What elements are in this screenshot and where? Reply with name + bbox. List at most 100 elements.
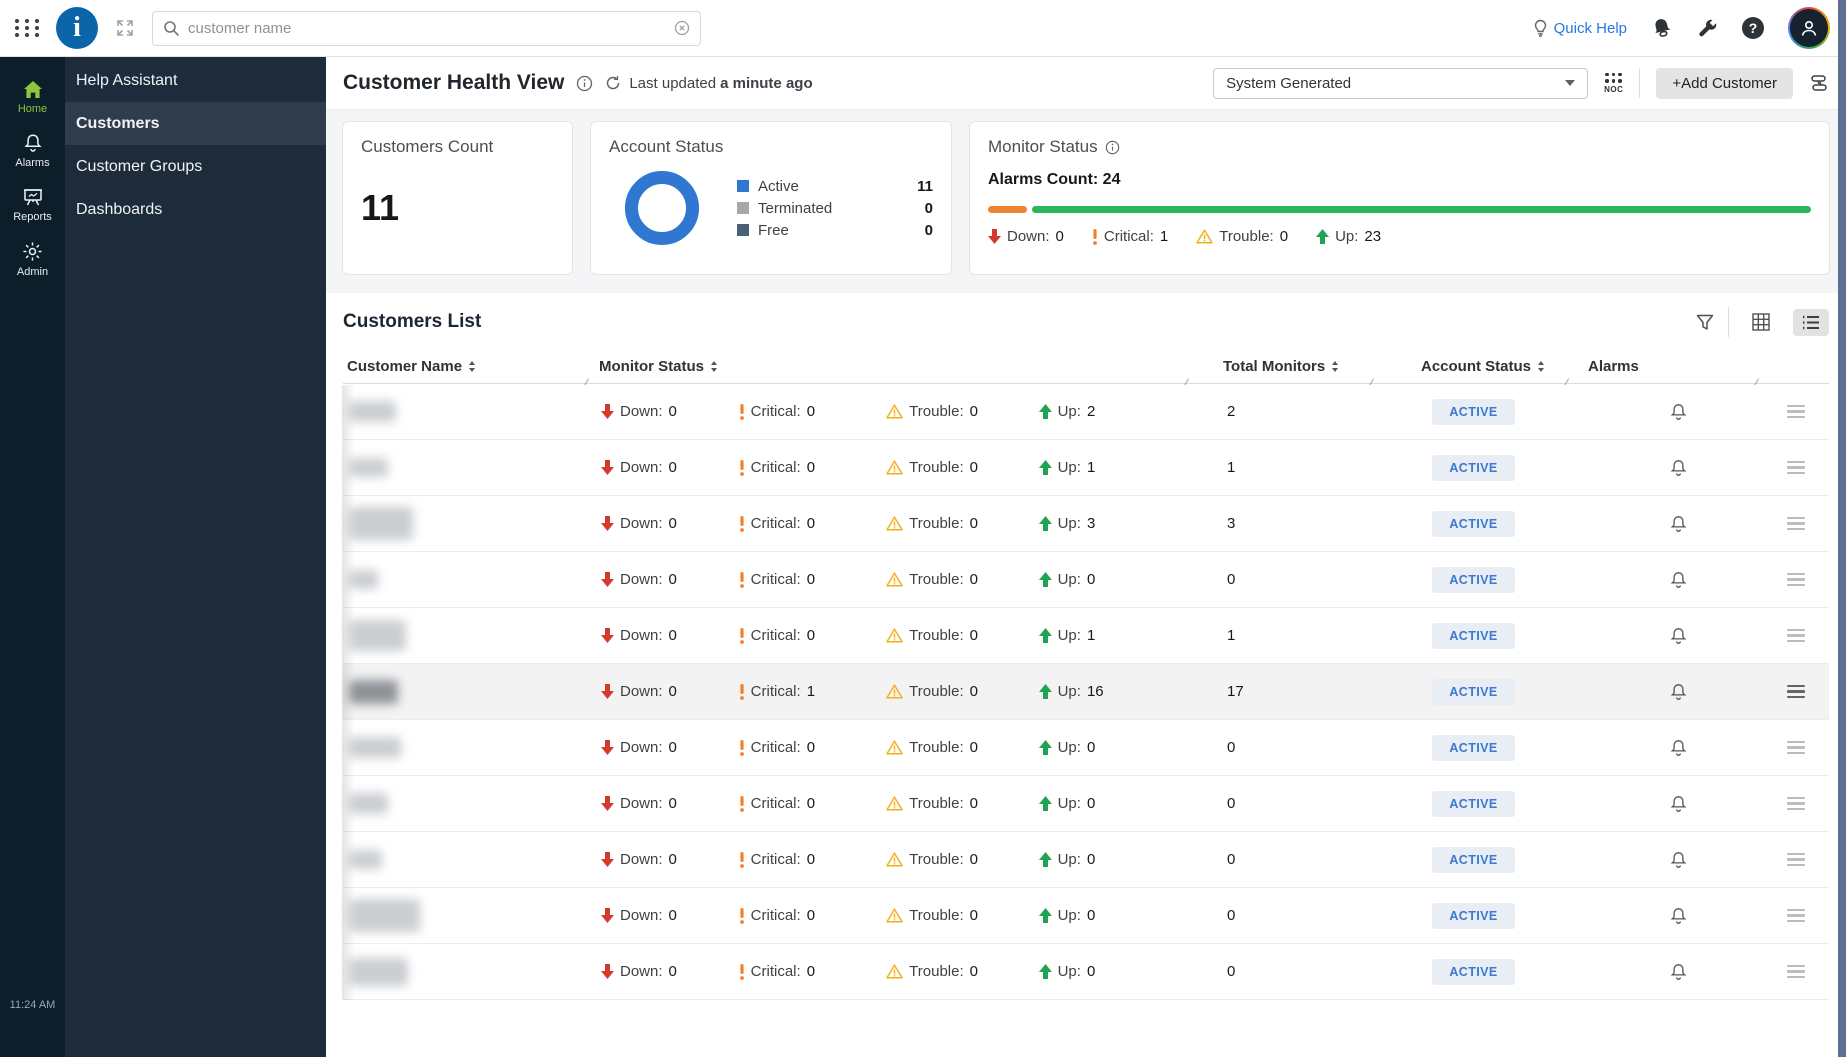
customer-name-cell[interactable] (343, 458, 591, 477)
rail-item-reports[interactable]: Reports (0, 178, 65, 232)
refresh-icon[interactable] (605, 75, 621, 91)
bell-outline-icon[interactable] (1670, 963, 1687, 981)
clear-search-icon[interactable] (674, 20, 690, 36)
search-icon (163, 20, 180, 37)
stat-up: Up: 0 (1038, 739, 1191, 756)
column-header-account-status[interactable]: Account Status ∕∕ (1376, 349, 1571, 388)
bell-outline-icon[interactable] (1670, 907, 1687, 925)
column-resize-handle[interactable]: ∕∕ (1186, 377, 1188, 387)
customers-count-value: 11 (361, 187, 400, 228)
total-monitors-cell: 0 (1227, 907, 1236, 924)
help-icon[interactable]: ? (1742, 17, 1764, 39)
row-menu-icon[interactable] (1786, 796, 1805, 811)
column-header-total-monitors[interactable]: Total Monitors ∕∕ (1191, 349, 1376, 388)
customer-name-cell[interactable] (343, 793, 591, 814)
table-row[interactable]: Down: 0 Critical: 0 Trouble: 0 Up: 2 2 ACTIV… (343, 384, 1829, 440)
row-menu-icon[interactable] (1786, 516, 1805, 531)
bell-outline-icon[interactable] (1670, 627, 1687, 645)
table-body: Down: 0 Critical: 0 Trouble: 0 Up: 2 2 ACTIV… (343, 384, 1829, 1000)
info-icon[interactable] (1105, 140, 1120, 155)
grid-view-button[interactable] (1743, 309, 1779, 336)
alarms-cell (1571, 907, 1761, 925)
notification-bell-icon[interactable] (1651, 17, 1673, 39)
bell-outline-icon[interactable] (1670, 795, 1687, 813)
rail-item-admin[interactable]: Admin (0, 232, 65, 287)
home-icon (23, 80, 43, 99)
bell-outline-icon[interactable] (1670, 851, 1687, 869)
topology-icon[interactable] (1809, 73, 1829, 93)
search-input[interactable] (188, 19, 666, 37)
bulb-icon (1533, 19, 1548, 37)
customer-name-cell[interactable] (343, 899, 591, 932)
bell-outline-icon[interactable] (1670, 515, 1687, 533)
row-menu-icon[interactable] (1786, 964, 1805, 979)
table-row[interactable]: Down: 0 Critical: 0 Trouble: 0 Up: 0 0 ACTIV… (343, 776, 1829, 832)
table-row[interactable]: Down: 0 Critical: 0 Trouble: 0 Up: 0 0 ACTIV… (343, 832, 1829, 888)
customer-name-cell[interactable] (343, 507, 591, 540)
row-menu-icon[interactable] (1786, 908, 1805, 923)
sidebar-item-customer-groups[interactable]: Customer Groups (65, 145, 326, 188)
row-menu-icon[interactable] (1786, 740, 1805, 755)
column-resize-handle[interactable]: ∕∕ (1371, 377, 1373, 387)
column-header-monitor-status[interactable]: Monitor Status ∕∕ (591, 349, 1191, 388)
table-row[interactable]: Down: 0 Critical: 1 Trouble: 0 Up: 16 17 ACT… (343, 664, 1829, 720)
bell-outline-icon[interactable] (1670, 683, 1687, 701)
sidebar-item-customers[interactable]: Customers (65, 102, 326, 145)
column-header-customer-name[interactable]: Customer Name ∕∕ (343, 349, 591, 388)
alarms-cell (1571, 795, 1761, 813)
customer-name-cell[interactable] (343, 850, 591, 869)
account-status-cell: ACTIVE (1376, 790, 1571, 817)
view-dropdown[interactable]: System Generated (1213, 67, 1589, 99)
add-customer-button[interactable]: +Add Customer (1656, 67, 1793, 99)
app-grid-icon[interactable] (14, 15, 40, 41)
customer-name-cell[interactable] (343, 570, 591, 589)
table-row[interactable]: Down: 0 Critical: 0 Trouble: 0 Up: 0 0 ACTIV… (343, 944, 1829, 1000)
row-menu-icon[interactable] (1786, 404, 1805, 419)
table-row[interactable]: Down: 0 Critical: 0 Trouble: 0 Up: 3 3 ACTIV… (343, 496, 1829, 552)
customer-name-cell[interactable] (343, 957, 591, 986)
noc-view-button[interactable]: NOC (1604, 72, 1623, 94)
quick-help-button[interactable]: Quick Help (1533, 19, 1627, 37)
rail-item-alarms[interactable]: Alarms (0, 124, 65, 178)
bell-outline-icon[interactable] (1670, 571, 1687, 589)
customers-table: Customer Name ∕∕ Monitor Status ∕∕ Total M… (342, 349, 1829, 1000)
status-badge: ACTIVE (1432, 902, 1515, 929)
fullscreen-icon[interactable] (116, 19, 134, 37)
filter-funnel-icon[interactable] (1696, 314, 1714, 331)
row-menu-icon[interactable] (1786, 460, 1805, 475)
stat-down: Down: 0 (601, 627, 739, 644)
column-resize-handle[interactable]: ∕∕ (1566, 377, 1568, 387)
noc-icon (1605, 72, 1622, 83)
alarms-cell (1571, 403, 1761, 421)
rail-item-home[interactable]: Home (0, 71, 65, 124)
table-row[interactable]: Down: 0 Critical: 0 Trouble: 0 Up: 0 0 ACTIV… (343, 888, 1829, 944)
avatar[interactable] (1788, 7, 1830, 49)
customer-name-cell[interactable] (343, 679, 591, 704)
customer-name-cell[interactable] (343, 401, 591, 422)
info-icon[interactable] (576, 75, 593, 92)
sidebar-item-help-assistant[interactable]: Help Assistant (65, 59, 326, 102)
table-row[interactable]: Down: 0 Critical: 0 Trouble: 0 Up: 1 1 ACTIV… (343, 608, 1829, 664)
column-resize-handle[interactable]: ∕∕ (1756, 377, 1758, 387)
table-row[interactable]: Down: 0 Critical: 0 Trouble: 0 Up: 1 1 ACTIV… (343, 440, 1829, 496)
table-row[interactable]: Down: 0 Critical: 0 Trouble: 0 Up: 0 0 ACTIV… (343, 552, 1829, 608)
stat-trouble: Trouble: 0 (886, 795, 1038, 812)
row-menu-icon[interactable] (1786, 852, 1805, 867)
customer-name-cell[interactable] (343, 620, 591, 651)
wrench-icon[interactable] (1697, 18, 1718, 39)
bell-outline-icon[interactable] (1670, 459, 1687, 477)
brand-logo[interactable]: i (56, 7, 98, 49)
account-status-cell: ACTIVE (1376, 454, 1571, 481)
page-scrollbar[interactable] (1838, 0, 1846, 1057)
row-menu-icon[interactable] (1786, 684, 1805, 699)
reports-icon (23, 187, 43, 207)
table-row[interactable]: Down: 0 Critical: 0 Trouble: 0 Up: 0 0 ACTIV… (343, 720, 1829, 776)
bell-outline-icon[interactable] (1670, 403, 1687, 421)
customer-name-cell[interactable] (343, 737, 591, 758)
bell-outline-icon[interactable] (1670, 739, 1687, 757)
row-menu-icon[interactable] (1786, 628, 1805, 643)
list-view-button[interactable] (1793, 308, 1829, 336)
sidebar-item-dashboards[interactable]: Dashboards (65, 188, 326, 231)
row-menu-icon[interactable] (1786, 572, 1805, 587)
column-resize-handle[interactable]: ∕∕ (586, 377, 588, 387)
